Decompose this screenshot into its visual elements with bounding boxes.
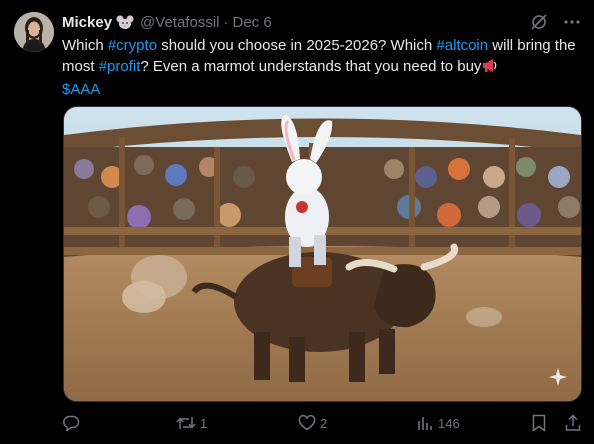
hashtag-crypto[interactable]: #crypto xyxy=(108,37,157,54)
views-button[interactable]: 146 xyxy=(416,414,460,432)
cashtag-aaa[interactable]: $AAA xyxy=(62,81,100,98)
text-segment: should you choose in 2025-2026? Which xyxy=(157,37,437,54)
hashtag-profit[interactable]: #profit xyxy=(99,58,141,75)
mouse-face-icon xyxy=(116,14,134,30)
views-count: 146 xyxy=(438,415,460,431)
loudspeaker-icon xyxy=(482,58,498,79)
action-bar: 1 2 146 xyxy=(62,414,582,436)
separator-dot: · xyxy=(223,13,229,31)
retweet-icon xyxy=(176,414,196,432)
like-count: 2 xyxy=(320,415,328,431)
heart-icon xyxy=(298,414,316,432)
author-name[interactable]: Mickey xyxy=(62,14,112,31)
tweet-header: Mickey @Vetafossil · Dec 6 xyxy=(62,12,582,32)
text-segment: Which xyxy=(62,37,108,54)
tweet-text: Which #crypto should you choose in 2025-… xyxy=(62,35,582,100)
text-segment: ? Even a marmot understands that you nee… xyxy=(140,58,482,75)
bookmark-icon xyxy=(531,414,547,432)
grok-icon[interactable] xyxy=(530,13,548,31)
tweet-date[interactable]: Dec 6 xyxy=(232,14,271,31)
tweet-image[interactable] xyxy=(63,106,582,402)
author-handle[interactable]: @Vetafossil xyxy=(140,14,219,31)
retweet-count: 1 xyxy=(200,415,208,431)
share-button[interactable] xyxy=(564,414,582,432)
tweet-card[interactable]: Mickey @Vetafossil · Dec 6 Which #crypto… xyxy=(0,0,594,444)
like-button[interactable]: 2 xyxy=(298,414,327,432)
sparkle-icon xyxy=(549,368,567,391)
share-icon xyxy=(564,414,582,432)
reply-button[interactable] xyxy=(62,414,84,432)
hashtag-altcoin[interactable]: #altcoin xyxy=(436,37,488,54)
avatar[interactable] xyxy=(14,12,54,52)
analytics-icon xyxy=(416,414,434,432)
more-options-icon[interactable] xyxy=(562,13,582,31)
retweet-button[interactable]: 1 xyxy=(176,414,207,432)
reply-icon xyxy=(62,414,80,432)
bookmark-button[interactable] xyxy=(531,414,547,432)
